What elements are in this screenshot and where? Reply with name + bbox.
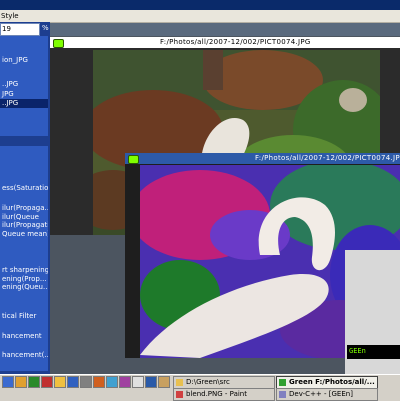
operation-item[interactable] [0,194,48,203]
operation-item[interactable]: hancement(... [0,351,48,360]
file-item[interactable] [0,66,48,75]
window-icon [128,155,139,164]
quicklaunch-icon[interactable] [80,376,92,388]
operation-item[interactable] [0,342,48,351]
app-icon [279,379,286,386]
app-title-bar [0,0,400,10]
operation-item[interactable] [0,158,48,167]
folder-icon [176,379,183,386]
operation-item[interactable] [0,240,48,249]
operation-item[interactable]: ening(Queu... [0,283,48,292]
taskbar-button-paint[interactable]: blend.PNG - Paint [173,388,275,401]
file-item[interactable]: ..JPG [0,80,48,89]
operation-item[interactable]: ilur(Propaga... [0,204,48,213]
operation-item[interactable] [0,250,48,259]
operation-item[interactable] [0,148,48,157]
quicklaunch-icon[interactable] [28,376,40,388]
quicklaunch-icon[interactable] [119,376,131,388]
quicklaunch-icon[interactable] [93,376,105,388]
menu-style[interactable]: Style [1,11,19,21]
file-list[interactable]: ion_JPG ..JPG JPG ..JPG [0,36,48,136]
image-window-front-title[interactable]: F:/Photos/all/2007-12/002/PICT0074.JPG [125,153,400,164]
console-output: GEEn [347,345,400,359]
quicklaunch-icon[interactable] [158,376,170,388]
operation-item[interactable]: hancement [0,332,48,341]
quicklaunch-icon[interactable] [15,376,27,388]
paint-icon [176,391,183,398]
operation-item[interactable]: ess(Saturation [0,184,48,193]
quicklaunch-icon[interactable] [2,376,14,388]
operation-item[interactable] [0,322,48,331]
operation-item[interactable]: Queue mean) [0,230,48,239]
file-item-selected[interactable]: ..JPG [0,99,48,108]
operation-item[interactable]: rt sharpening [0,266,48,275]
operation-item[interactable] [0,294,48,303]
zoom-input[interactable]: 19 [0,23,40,36]
image-window-back-title[interactable]: F:/Photos/all/2007-12/002/PICT0074.JPG [50,37,400,48]
quicklaunch-icon[interactable] [106,376,118,388]
operations-list[interactable]: ess(Saturation ilur(Propaga... ilur(Queu… [0,146,48,371]
quicklaunch-icon[interactable] [54,376,66,388]
menu-bar: Style [0,10,400,23]
zoom-unit: % [42,24,49,32]
quicklaunch-icon[interactable] [132,376,144,388]
file-item[interactable]: ion_JPG [0,56,48,65]
taskbar-button-devcpp[interactable]: Dev-C++ - [GEEn] [276,388,378,401]
window-icon [53,39,64,48]
quicklaunch-icon[interactable] [67,376,79,388]
quicklaunch-icon[interactable] [41,376,53,388]
operation-item[interactable]: tical Filter [0,312,48,321]
quicklaunch-icon[interactable] [145,376,157,388]
operation-item[interactable]: ilur(Propagative) [0,221,48,230]
devcpp-icon [279,391,286,398]
